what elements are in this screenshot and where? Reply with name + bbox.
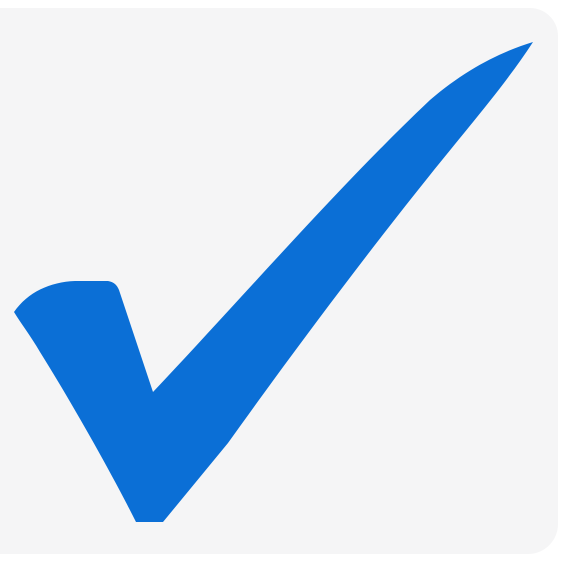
- icon-canvas: [0, 0, 581, 571]
- checkmark-icon: [14, 42, 533, 522]
- checkmark-shape: [14, 42, 533, 522]
